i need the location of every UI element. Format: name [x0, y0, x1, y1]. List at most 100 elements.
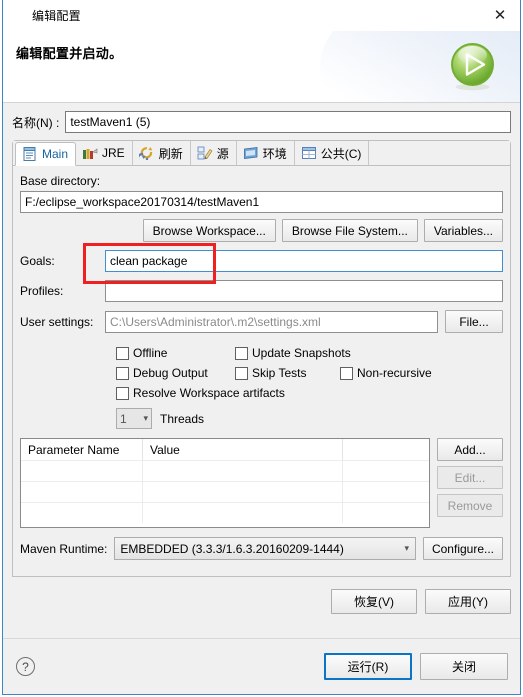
remove-parameter-button: Remove	[437, 494, 503, 517]
main-tab-content: Base directory: Browse Workspace... Brow…	[13, 166, 510, 576]
checkbox-offline-label: Offline	[133, 346, 168, 360]
environment-icon	[243, 146, 259, 160]
dialog-body: 名称(N) : Main	[3, 103, 520, 638]
checkbox-skip-tests-box[interactable]	[235, 366, 248, 380]
profiles-input[interactable]	[105, 280, 503, 302]
name-input[interactable]	[65, 111, 511, 133]
parameter-table[interactable]: Parameter Name Value	[20, 438, 430, 528]
column-header-value: Value	[143, 439, 343, 460]
apply-button-row: 恢复(V) 应用(Y)	[12, 589, 511, 614]
header-title: 编辑配置并启动。	[16, 46, 123, 61]
threads-label: Threads	[160, 411, 205, 426]
revert-button[interactable]: 恢复(V)	[331, 589, 417, 614]
add-parameter-button[interactable]: Add...	[437, 438, 503, 461]
checkbox-resolve-workspace-artifacts[interactable]: Resolve Workspace artifacts	[116, 386, 285, 400]
tab-common-label: 公共(C)	[320, 146, 362, 161]
checkbox-update-snapshots-box[interactable]	[235, 346, 248, 360]
tab-environment-label: 环境	[262, 146, 287, 161]
jre-books-icon	[82, 146, 98, 160]
header-banner: 编辑配置并启动。	[3, 31, 520, 103]
checkbox-debug-output[interactable]: Debug Output	[116, 366, 221, 380]
checkbox-debug-output-label: Debug Output	[133, 366, 208, 380]
tab-common[interactable]: 公共(C)	[295, 141, 370, 165]
refresh-icon	[136, 146, 155, 165]
checkbox-skip-tests[interactable]: Skip Tests	[235, 366, 326, 380]
configure-button[interactable]: Configure...	[423, 537, 503, 560]
document-icon	[22, 147, 38, 161]
checkbox-skip-tests-label: Skip Tests	[252, 366, 307, 380]
user-settings-file-button[interactable]: File...	[445, 310, 503, 333]
base-directory-label: Base directory:	[20, 174, 101, 188]
tab-jre-label: JRE	[102, 146, 125, 160]
tab-source[interactable]: 源	[191, 141, 237, 165]
chevron-down-icon: ▾	[404, 543, 409, 553]
base-directory-input[interactable]	[20, 191, 503, 213]
checkbox-line-2: Debug Output Skip Tests Non-recursive	[116, 363, 503, 383]
user-settings-label: User settings:	[20, 314, 94, 329]
checkbox-non-recursive-label: Non-recursive	[357, 366, 432, 380]
tab-main-label: Main	[42, 147, 69, 161]
options-checkboxes: Offline Update Snapshots Debug Output Sk…	[20, 343, 503, 403]
name-row: 名称(N) :	[12, 111, 511, 133]
tab-environment[interactable]: 环境	[237, 141, 295, 165]
gear-icon	[10, 7, 26, 23]
help-question-icon[interactable]: ?	[16, 657, 35, 676]
checkbox-line-1: Offline Update Snapshots	[116, 343, 503, 363]
goals-row: Goals:	[20, 250, 503, 272]
dialog-footer: ? 运行(R) 关闭	[3, 638, 520, 694]
threads-dropdown[interactable]: 1 ▾	[116, 408, 152, 429]
table-row[interactable]	[21, 502, 429, 523]
column-header-parameter-name: Parameter Name	[21, 439, 143, 460]
common-table-icon	[301, 146, 317, 160]
tab-main[interactable]: Main	[15, 142, 77, 166]
profiles-label: Profiles:	[20, 284, 64, 298]
user-settings-input[interactable]	[105, 310, 438, 333]
table-header-row: Parameter Name Value	[21, 439, 429, 460]
checkbox-update-snapshots-label: Update Snapshots	[252, 346, 351, 360]
maven-runtime-label: Maven Runtime:	[20, 541, 108, 556]
checkbox-non-recursive[interactable]: Non-recursive	[340, 366, 432, 380]
chevron-down-icon: ▾	[143, 413, 148, 423]
tab-strip: Main JRE 刷新 源 环境 公共(C)	[13, 141, 510, 166]
name-label: 名称(N) :	[12, 115, 60, 130]
checkbox-update-snapshots[interactable]: Update Snapshots	[235, 346, 351, 360]
checkbox-offline[interactable]: Offline	[116, 346, 221, 360]
threads-value: 1	[120, 411, 127, 426]
maven-runtime-dropdown[interactable]: EMBEDDED (3.3.3/1.6.3.20160209-1444) ▾	[114, 537, 416, 560]
browse-file-system-button[interactable]: Browse File System...	[281, 219, 418, 242]
column-header-extra	[343, 439, 429, 460]
close-icon[interactable]: ✕	[480, 0, 520, 30]
goals-label: Goals:	[20, 254, 55, 268]
goals-input[interactable]	[105, 250, 503, 272]
checkbox-resolve-workspace-artifacts-box[interactable]	[116, 386, 129, 400]
apply-button[interactable]: 应用(Y)	[425, 589, 511, 614]
edit-parameter-button: Edit...	[437, 466, 503, 489]
maven-runtime-value: EMBEDDED (3.3.3/1.6.3.20160209-1444)	[120, 541, 344, 556]
parameter-table-section: Parameter Name Value Add... Edit... Remo…	[20, 438, 503, 528]
tab-refresh[interactable]: 刷新	[133, 141, 191, 165]
checkbox-offline-box[interactable]	[116, 346, 129, 360]
maven-runtime-row: Maven Runtime: EMBEDDED (3.3.3/1.6.3.201…	[20, 537, 503, 560]
edit-configuration-dialog: 编辑配置 ✕ 编辑配置并启动。 名称(N): testMaven1 (5) M…	[2, 0, 521, 695]
variables-button[interactable]: Variables...	[423, 219, 503, 242]
parameter-table-buttons: Add... Edit... Remove	[437, 438, 503, 528]
run-button[interactable]: 运行(R)	[324, 653, 412, 680]
table-row[interactable]	[21, 460, 429, 481]
tab-source-label: 源	[216, 146, 229, 161]
tab-folder: Main JRE 刷新 源 环境 公共(C) Base directory: F…	[12, 140, 511, 577]
title-bar: 编辑配置 ✕	[3, 0, 520, 31]
run-play-icon	[447, 41, 498, 92]
profiles-row: Profiles:	[20, 280, 503, 302]
checkbox-resolve-workspace-artifacts-label: Resolve Workspace artifacts	[133, 386, 285, 400]
close-button[interactable]: 关闭	[420, 653, 508, 680]
checkbox-line-3: Resolve Workspace artifacts	[116, 383, 503, 403]
source-pencil-icon	[197, 146, 213, 160]
user-settings-row: User settings: File...	[20, 310, 503, 333]
checkbox-non-recursive-box[interactable]	[340, 366, 353, 380]
checkbox-debug-output-box[interactable]	[116, 366, 129, 380]
threads-row: 1 ▾ Threads	[20, 408, 503, 429]
table-row[interactable]	[21, 481, 429, 502]
tab-jre[interactable]: JRE	[76, 141, 133, 165]
browse-button-row: Browse Workspace... Browse File System..…	[20, 219, 503, 242]
browse-workspace-button[interactable]: Browse Workspace...	[142, 219, 276, 242]
